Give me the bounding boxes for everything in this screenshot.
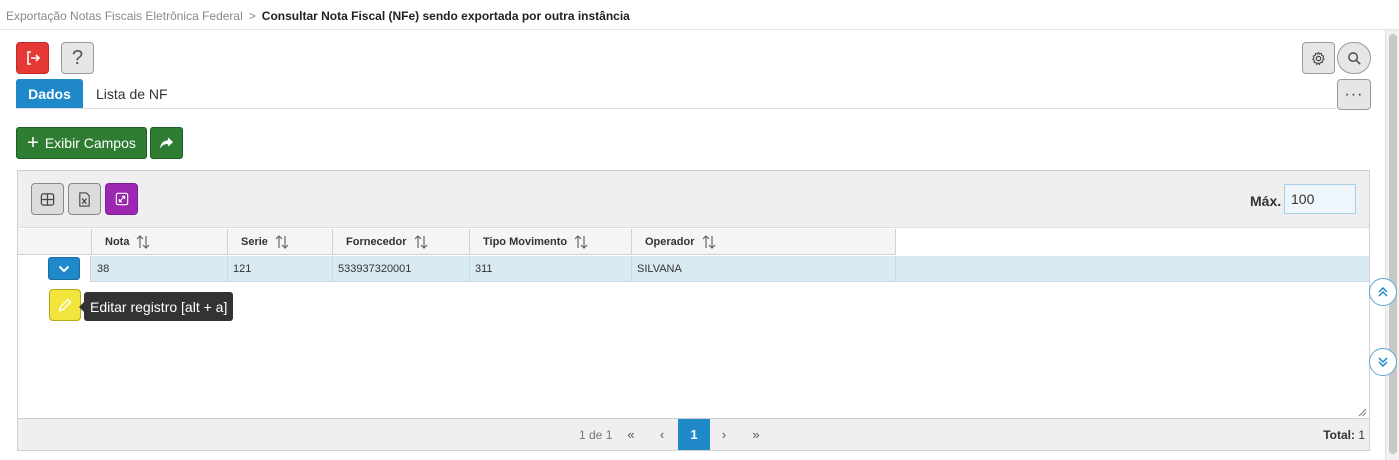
- page-1-button[interactable]: 1: [678, 419, 710, 450]
- table-row[interactable]: 38 121 533937320001 311 SILVANA: [18, 256, 1369, 282]
- show-fields-label: Exibir Campos: [44, 135, 136, 151]
- breadcrumb: Exportação Notas Fiscais Eletrônica Fede…: [0, 0, 1399, 30]
- tab-lista-de-nf[interactable]: Lista de NF: [96, 79, 168, 108]
- share-icon: [159, 137, 174, 149]
- columns-icon: [40, 192, 55, 206]
- breadcrumb-parent[interactable]: Exportação Notas Fiscais Eletrônica Fede…: [6, 9, 243, 23]
- cell-operador: SILVANA: [632, 256, 896, 282]
- chevron-left-icon: ‹: [659, 427, 665, 442]
- excel-icon: [79, 191, 90, 207]
- export-excel-button[interactable]: [68, 183, 101, 215]
- scrollbar-thumb[interactable]: [1389, 34, 1397, 454]
- double-chevron-left-icon: «: [627, 427, 635, 442]
- cell-nota: 38: [92, 256, 228, 282]
- resize-handle-icon[interactable]: [1358, 408, 1367, 417]
- more-icon: ···: [1344, 85, 1364, 103]
- edit-record-button[interactable]: [49, 289, 81, 321]
- next-page-button[interactable]: ›: [710, 419, 738, 450]
- edit-tooltip: Editar registro [alt + a]: [78, 292, 234, 321]
- max-label: Máx.: [1250, 193, 1282, 209]
- sort-icon[interactable]: [702, 234, 716, 249]
- help-button[interactable]: ?: [61, 42, 94, 74]
- show-fields-button[interactable]: + Exibir Campos: [16, 127, 147, 159]
- more-options-button[interactable]: ···: [1337, 79, 1371, 110]
- cell-tipo-movimento: 311: [470, 256, 632, 282]
- row-expand-button[interactable]: [48, 257, 80, 280]
- total-count: Total: 1: [1323, 428, 1365, 442]
- double-chevron-right-icon: »: [752, 427, 760, 442]
- chevron-down-icon: [58, 265, 70, 272]
- column-header-nota[interactable]: Nota: [92, 229, 228, 255]
- tab-bar: Dados Lista de NF: [16, 79, 1336, 109]
- column-header-tipo-movimento[interactable]: Tipo Movimento: [470, 229, 632, 255]
- max-records-input[interactable]: [1284, 184, 1356, 214]
- scroll-down-button[interactable]: [1369, 348, 1397, 376]
- column-header-fornecedor[interactable]: Fornecedor: [333, 229, 470, 255]
- prev-page-button[interactable]: ‹: [648, 419, 676, 450]
- cell-serie: 121: [228, 256, 333, 282]
- sort-icon[interactable]: [414, 234, 428, 249]
- page-scrollbar[interactable]: [1385, 30, 1399, 460]
- pencil-icon: [58, 298, 72, 312]
- chevron-right-icon: ›: [721, 427, 727, 442]
- column-label: Operador: [645, 235, 695, 248]
- column-header-operador[interactable]: Operador: [632, 229, 896, 255]
- total-label: Total:: [1323, 428, 1355, 442]
- row-actions-cell: [18, 256, 91, 282]
- data-grid: Máx. Nota Serie Fornecedor Tipo Moviment…: [17, 170, 1370, 451]
- search-button[interactable]: [1337, 42, 1371, 74]
- tab-lista-label: Lista de NF: [96, 85, 168, 102]
- last-page-button[interactable]: »: [742, 419, 770, 450]
- column-header-serie[interactable]: Serie: [228, 229, 333, 255]
- pagination-bar: 1 de 1 « ‹ 1 › » Total: 1: [18, 418, 1369, 450]
- search-icon: [1347, 51, 1361, 65]
- tab-dados[interactable]: Dados: [16, 79, 83, 108]
- tab-dados-label: Dados: [28, 85, 71, 102]
- page-number: 1: [690, 427, 698, 442]
- first-page-button[interactable]: «: [617, 419, 645, 450]
- header-spacer: [18, 229, 92, 255]
- gear-icon: [1311, 50, 1325, 66]
- grid-toolbar: Máx.: [18, 171, 1369, 228]
- sort-icon[interactable]: [275, 234, 289, 249]
- share-button[interactable]: [150, 127, 183, 159]
- column-label: Tipo Movimento: [483, 235, 568, 248]
- column-label: Serie: [241, 235, 268, 248]
- double-chevron-down-icon: [1378, 357, 1388, 368]
- cell-fornecedor: 533937320001: [333, 256, 470, 282]
- columns-button[interactable]: [31, 183, 64, 215]
- double-chevron-up-icon: [1378, 286, 1388, 297]
- help-icon: ?: [71, 46, 84, 69]
- exit-button[interactable]: [16, 42, 49, 74]
- expand-button[interactable]: [105, 183, 138, 215]
- sort-icon[interactable]: [574, 234, 588, 249]
- sort-icon[interactable]: [136, 234, 150, 249]
- breadcrumb-separator: >: [248, 9, 256, 23]
- settings-button[interactable]: [1302, 42, 1335, 74]
- expand-icon: [115, 192, 128, 206]
- column-label: Fornecedor: [346, 235, 407, 248]
- column-label: Nota: [105, 235, 130, 248]
- plus-icon: +: [27, 132, 39, 154]
- scroll-up-button[interactable]: [1369, 278, 1397, 306]
- exit-icon: [26, 51, 40, 65]
- page-info: 1 de 1: [579, 428, 613, 442]
- total-value: 1: [1358, 428, 1365, 442]
- breadcrumb-current: Consultar Nota Fiscal (NFe) sendo export…: [261, 9, 630, 23]
